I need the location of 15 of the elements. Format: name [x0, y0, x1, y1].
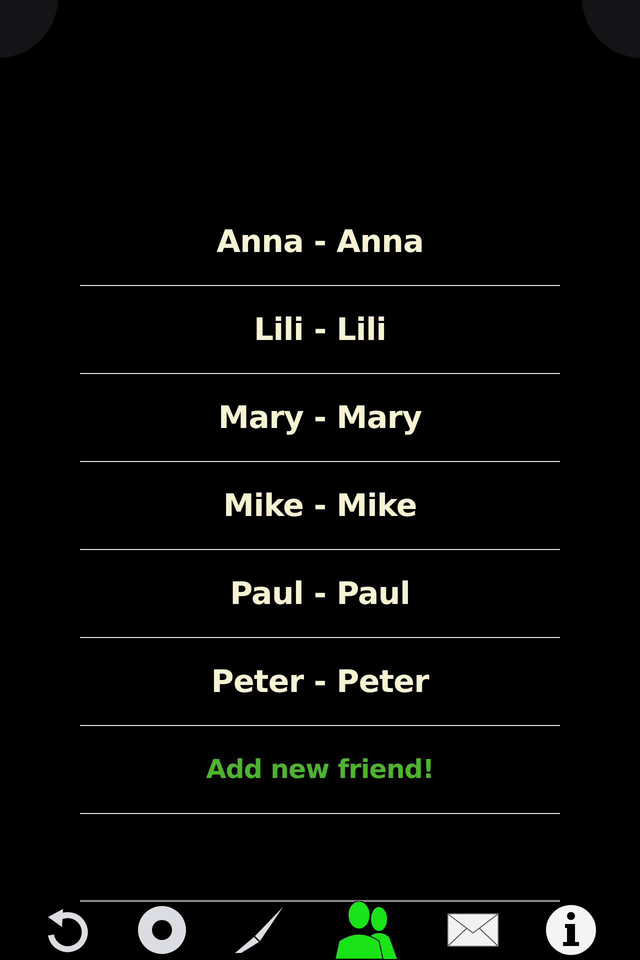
add-friend-link[interactable]: Add new friend!: [206, 754, 434, 784]
mail-button[interactable]: [447, 913, 499, 947]
friend-name[interactable]: Mike - Mike: [223, 488, 417, 524]
friend-name[interactable]: Lili - Lili: [254, 312, 386, 348]
mail-icon: [447, 913, 499, 947]
brush-icon: [233, 906, 285, 954]
friend-name[interactable]: Paul - Paul: [230, 576, 410, 612]
record-icon: [137, 905, 187, 955]
friend-name[interactable]: Mary - Mary: [218, 400, 422, 436]
friend-name[interactable]: Anna - Anna: [216, 224, 424, 260]
friend-name[interactable]: Peter - Peter: [211, 664, 429, 700]
brush-button[interactable]: [233, 906, 285, 954]
record-button[interactable]: [137, 905, 187, 955]
info-icon: [545, 904, 597, 956]
info-button[interactable]: [545, 904, 597, 956]
